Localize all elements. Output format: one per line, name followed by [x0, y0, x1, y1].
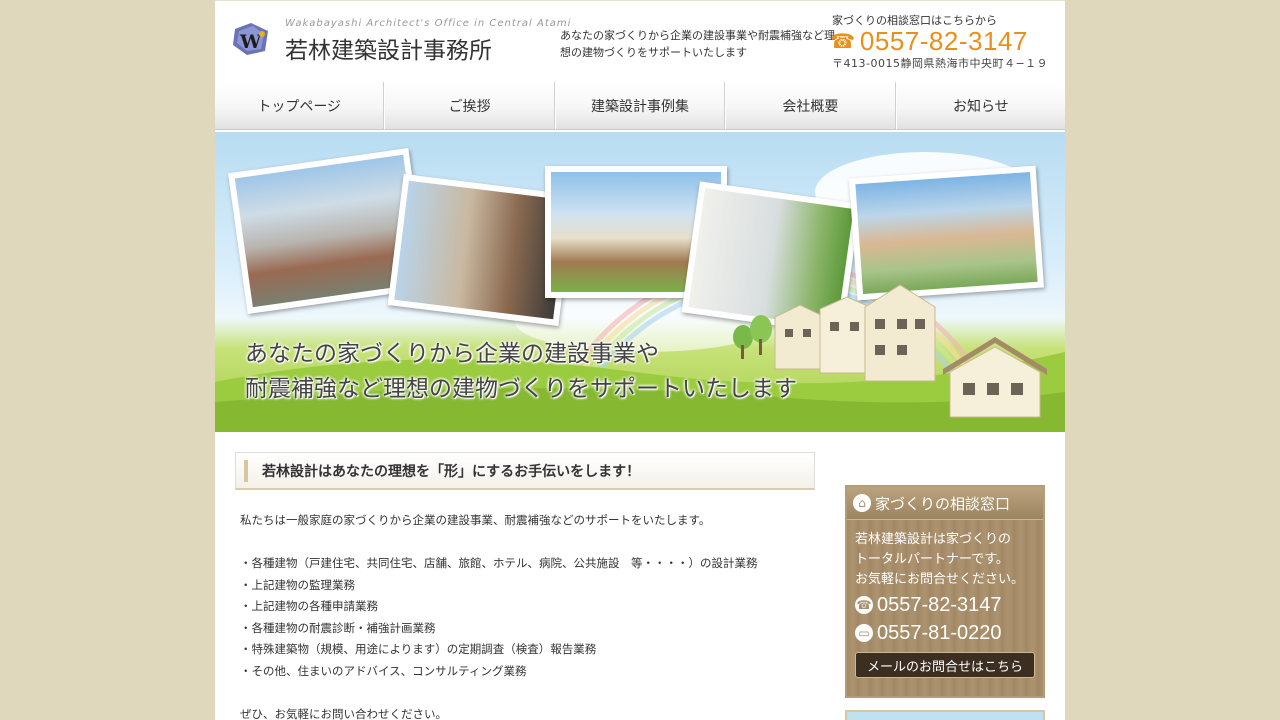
consultation-text: 若林建築設計は家づくりの トータルパートナーです。 お気軽にお問合せください。 [847, 520, 1043, 590]
header-phone[interactable]: ☎ 0557-82-3147 [830, 25, 1028, 57]
sidebar-phone[interactable]: ☎ 0557-82-3147 [847, 592, 1043, 618]
heading-accent-bar [244, 459, 248, 482]
sidebar-phone-number: 0557-82-3147 [877, 593, 1002, 616]
service-item-design: ・各種建物（戸建住宅、共同住宅、店舗、旅館、ホテル、病院、公共施設 等・・・・）… [240, 556, 758, 570]
fax-icon: ▭ [855, 624, 873, 642]
service-item-applications: ・上記建物の各種申請業務 [240, 599, 378, 613]
consultation-title-text: 家づくりの相談窓口 [875, 494, 1011, 513]
nav-item-works[interactable]: 建築設計事例集 [554, 82, 726, 130]
main-heading-text: 若林設計はあなたの理想を「形」にするお手伝いをします！ [262, 463, 641, 480]
consultation-box: ⌂ 家づくりの相談窓口 若林建築設計は家づくりの トータルパートナーです。 お気… [845, 485, 1045, 698]
consultation-text-line2: トータルパートナーです。 [855, 552, 1009, 567]
main-content: 若林設計はあなたの理想を「形」にするお手伝いをします！ 私たちは一般家庭の家づく… [235, 452, 815, 720]
consultation-text-line3: お気軽にお問合せください。 [855, 572, 1025, 587]
mail-contact-button[interactable]: メールのお問合せはこちら [855, 652, 1035, 678]
nav-item-greeting[interactable]: ご挨拶 [384, 82, 555, 130]
page: W Wakabayashi Architect's Office in Cent… [215, 0, 1065, 720]
closing-text: ぜひ、お気軽にお問い合わせください。 [240, 706, 447, 720]
hero-banner: あなたの家づくりから企業の建設事業や 耐震補強など理想の建物づくりをサポートいた… [215, 132, 1065, 432]
nav-item-top[interactable]: トップページ [215, 82, 385, 130]
header-tagline: あなたの家づくりから企業の建設事業や耐震補強など理想の建物づくりをサポートいたし… [560, 29, 835, 59]
logo-english-text: Wakabayashi Architect's Office in Centra… [285, 18, 572, 29]
hero-caption-line1: あなたの家づくりから企業の建設事業や [245, 341, 659, 367]
hero-caption-line2: 耐震補強など理想の建物づくりをサポートいたします [245, 376, 797, 402]
service-item-consulting: ・その他、住まいのアドバイス、コンサルティング業務 [240, 663, 527, 678]
service-item-seismic: ・各種建物の耐震診断・補強計画業務 [240, 620, 436, 635]
main-body: 私たちは一般家庭の家づくりから企業の建設事業、耐震補強などのサポートをいたします… [235, 510, 815, 720]
logo-icon[interactable]: W [231, 21, 271, 57]
site-header: W Wakabayashi Architect's Office in Cent… [215, 0, 1065, 82]
intro-text: 私たちは一般家庭の家づくりから企業の建設事業、耐震補強などのサポートをいたします… [240, 513, 711, 527]
global-nav: トップページ ご挨拶 建築設計事例集 会社概要 お知らせ [215, 82, 1065, 130]
consultation-text-line1: 若林建築設計は家づくりの [855, 532, 1012, 547]
service-item-supervision: ・上記建物の監理業務 [240, 577, 355, 592]
logo-mark-letter: W [239, 31, 262, 53]
sidebar-fax-number: 0557-81-0220 [877, 621, 1002, 644]
sidebar-fax: ▭ 0557-81-0220 [847, 620, 1043, 646]
hero-caption: あなたの家づくりから企業の建設事業や 耐震補強など理想の建物づくりをサポートいた… [245, 337, 797, 407]
service-list: ・各種建物（戸建住宅、共同住宅、店舗、旅館、ホテル、病院、公共施設 等・・・・）… [240, 553, 815, 682]
nav-item-news[interactable]: お知らせ [895, 82, 1065, 130]
home-icon: ⌂ [853, 494, 871, 512]
phone-icon: ☎ [830, 29, 855, 53]
consultation-title: ⌂ 家づくりの相談窓口 [847, 487, 1043, 520]
service-item-inspection: ・特殊建築物（規模、用途によります）の定期調査（検査）報告業務 [240, 642, 597, 656]
header-address: 〒413-0015静岡県熱海市中央町４−１９ [832, 57, 1049, 70]
phone-icon: ☎ [855, 596, 873, 614]
nav-item-company[interactable]: 会社概要 [725, 82, 896, 130]
header-phone-number: 0557-82-3147 [859, 25, 1028, 56]
main-heading: 若林設計はあなたの理想を「形」にするお手伝いをします！ [235, 452, 815, 490]
logo-japanese-text[interactable]: 若林建築設計事務所 [285, 31, 492, 65]
sidebar-banner-partial[interactable] [845, 710, 1045, 720]
